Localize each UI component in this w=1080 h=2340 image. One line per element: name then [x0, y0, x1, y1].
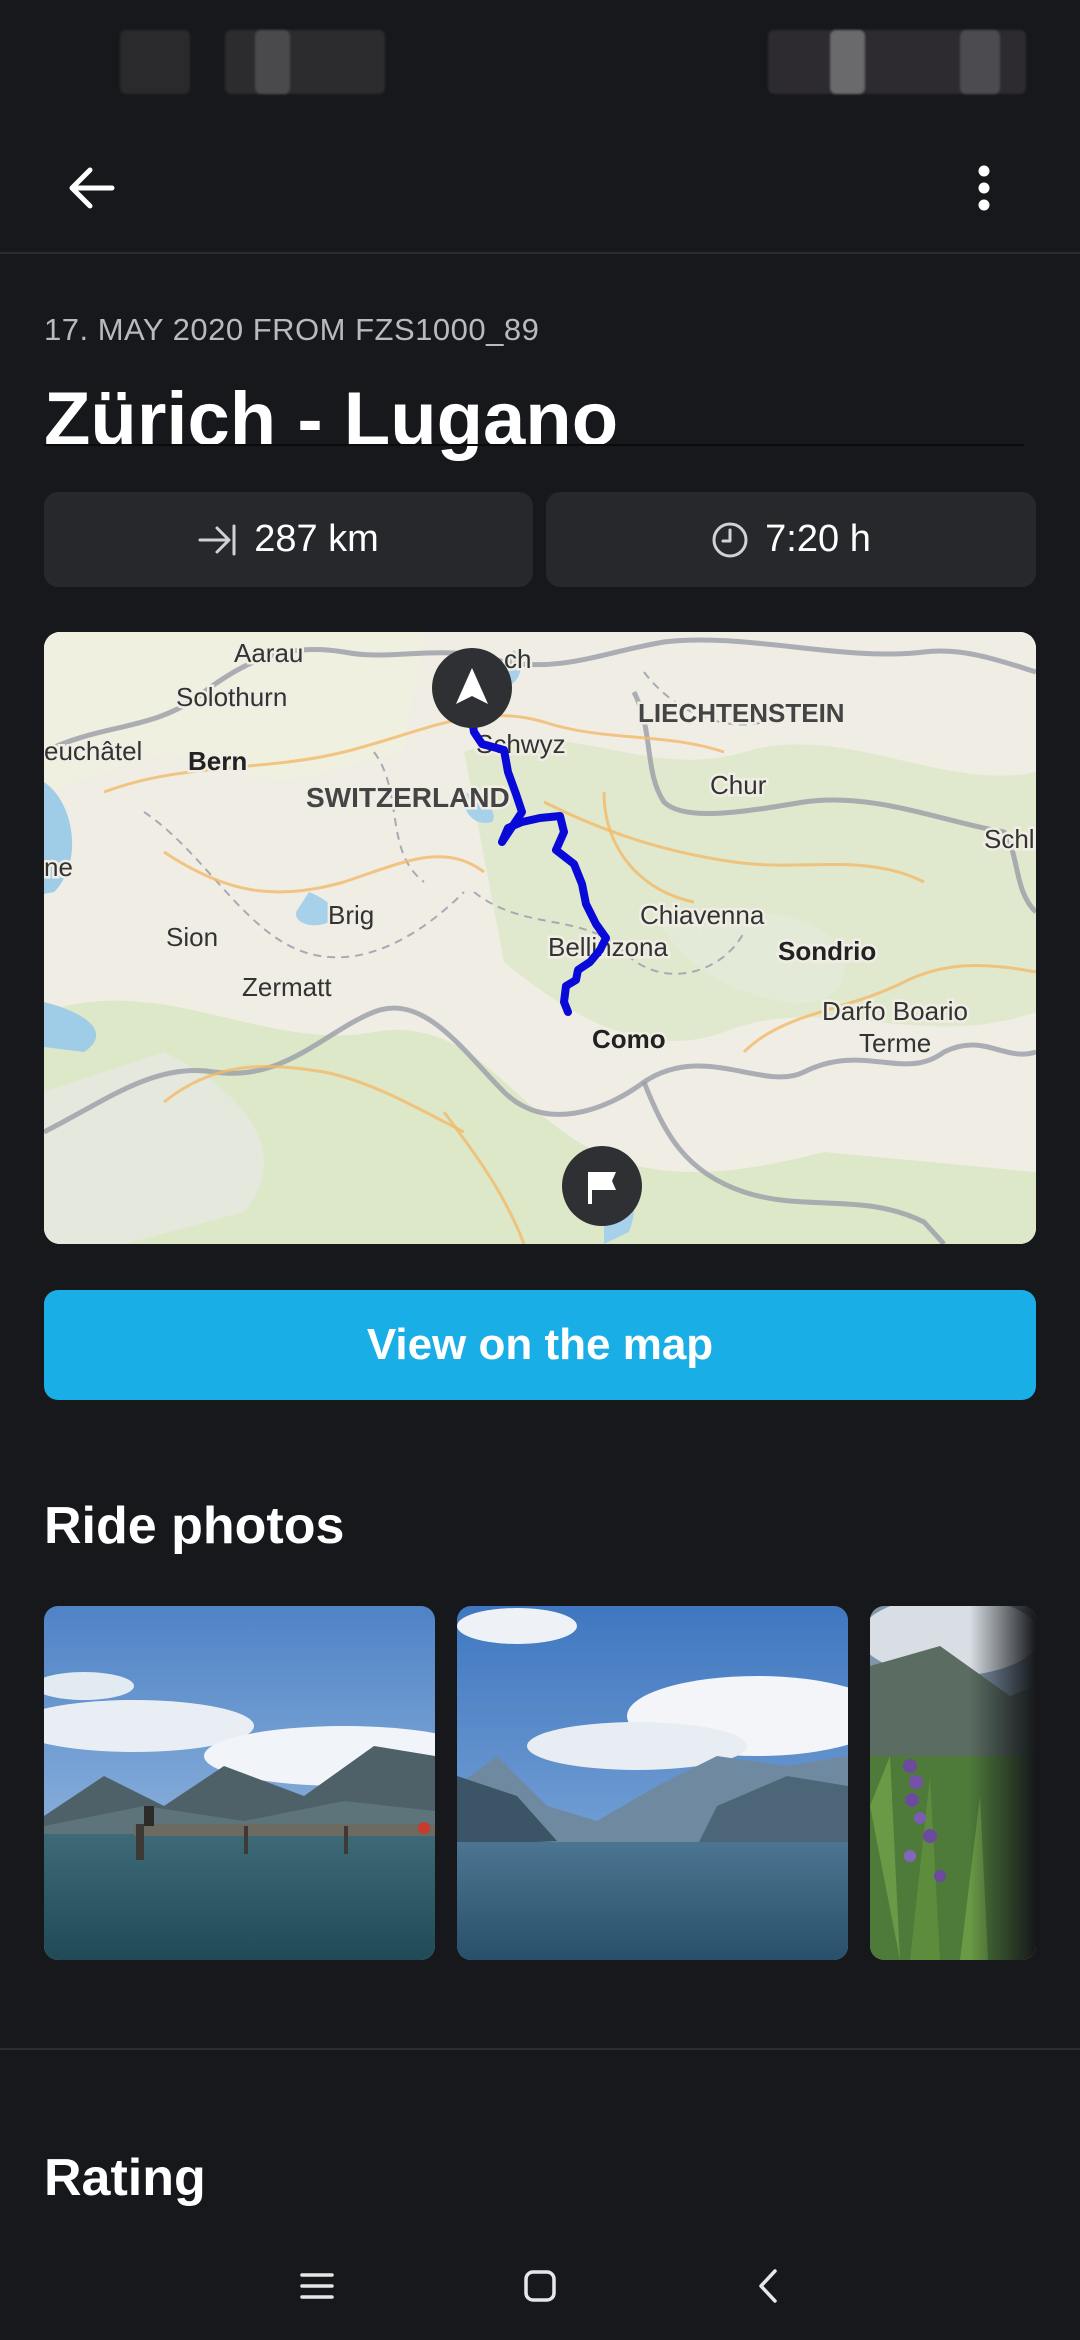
more-vertical-icon — [978, 165, 990, 211]
distance-value: 287 km — [254, 518, 379, 560]
status-bar — [0, 0, 1080, 120]
menu-lines-icon — [300, 2273, 334, 2299]
lake-pier-photo — [44, 1606, 435, 1960]
ride-photo[interactable] — [870, 1606, 1036, 1960]
map-label: Brig — [328, 900, 374, 930]
recent-apps-button[interactable] — [282, 2254, 352, 2318]
lake-mountains-photo — [457, 1606, 848, 1960]
arrow-to-right-icon — [198, 524, 236, 555]
start-marker — [432, 648, 512, 728]
map-label: Solothurn — [176, 682, 287, 712]
status-bar-blurred-item — [830, 30, 865, 94]
chevron-left-icon — [759, 2269, 777, 2303]
map-label: Terme — [859, 1028, 931, 1058]
wildflowers-photo — [870, 1606, 1036, 1960]
finish-marker — [562, 1146, 642, 1226]
title-underline — [44, 444, 1024, 446]
status-bar-blurred-item — [120, 30, 190, 94]
section-divider — [0, 2048, 1080, 2050]
system-navigation-bar — [0, 2232, 1080, 2340]
more-options-button[interactable] — [944, 148, 1024, 228]
status-bar-blurred-item — [225, 30, 385, 94]
clock-icon — [712, 522, 748, 557]
map-label: Chiavenna — [640, 900, 765, 930]
ride-meta: 17. MAY 2020 FROM FZS1000_89 — [44, 312, 540, 347]
ride-photo[interactable] — [44, 1606, 435, 1960]
square-home-icon — [524, 2270, 556, 2302]
map-label: LIECHTENSTEIN — [638, 698, 845, 728]
rating-heading: Rating — [44, 2149, 206, 2207]
map-label: Sion — [166, 922, 218, 952]
map-label: Sondrio — [778, 936, 876, 966]
map-label: Como — [592, 1024, 666, 1054]
ride-detail-screen: 17. MAY 2020 FROM FZS1000_89 Zürich - Lu… — [0, 0, 1080, 2340]
system-back-button[interactable] — [733, 2254, 803, 2318]
map-label: Bern — [188, 746, 247, 776]
status-bar-blurred-item — [960, 30, 1000, 94]
map-label: Chur — [710, 770, 767, 800]
arrow-left-icon — [69, 167, 115, 209]
ride-photo[interactable] — [457, 1606, 848, 1960]
map-label: Zermatt — [242, 972, 332, 1002]
app-bar — [0, 120, 1080, 254]
home-button[interactable] — [505, 2254, 575, 2318]
view-on-map-button[interactable]: View on the map — [44, 1290, 1036, 1400]
ride-photos-heading: Ride photos — [44, 1497, 345, 1555]
map-label: ne — [44, 852, 73, 882]
back-button[interactable] — [52, 148, 132, 228]
map-label: SWITZERLAND — [306, 782, 510, 813]
duration-value: 7:20 h — [765, 518, 871, 560]
route-map-canvas: Aarau ch Solothurn LIECHTENSTEIN euchâte… — [44, 632, 1036, 1244]
map-label: Darfo Boario — [822, 996, 968, 1026]
distance-stat: 287 km — [44, 492, 533, 587]
route-map[interactable]: Aarau ch Solothurn LIECHTENSTEIN euchâte… — [44, 632, 1036, 1244]
status-bar-blurred-item — [255, 30, 290, 94]
ride-title: Zürich - Lugano — [44, 377, 619, 462]
map-label: Aarau — [234, 638, 303, 668]
map-label: euchâtel — [44, 736, 142, 766]
map-label: ch — [504, 644, 531, 674]
duration-stat: 7:20 h — [546, 492, 1036, 587]
map-label: Schl — [984, 824, 1035, 854]
